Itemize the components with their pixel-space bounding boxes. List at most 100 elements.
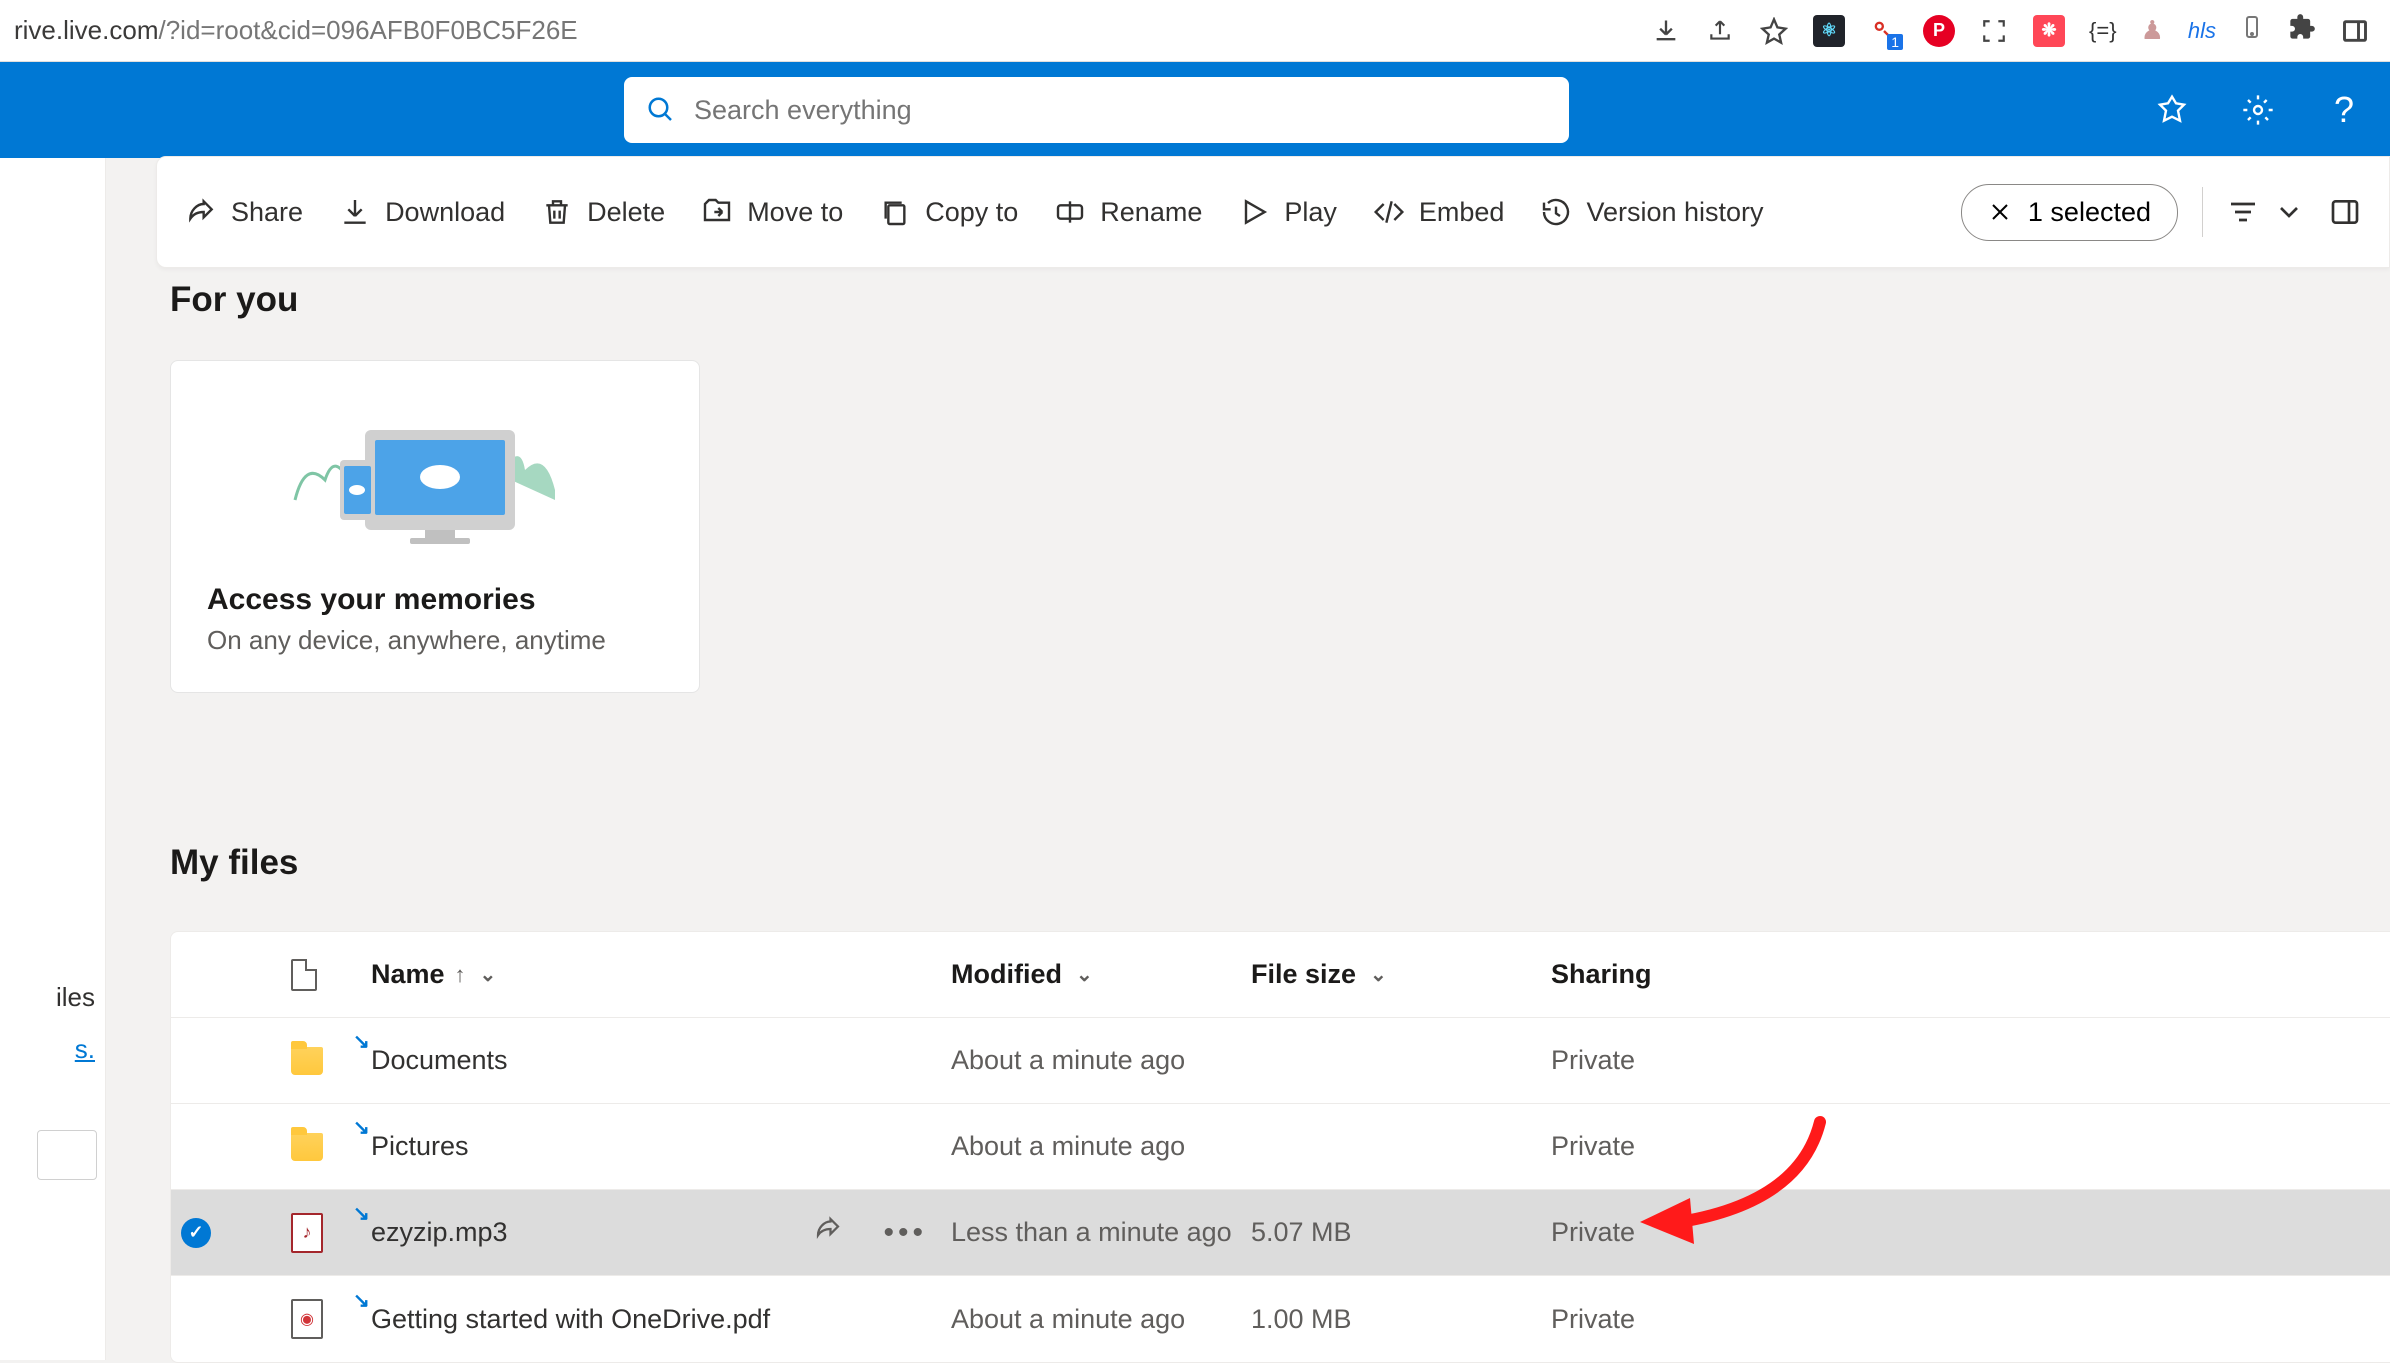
file-sharing: Private xyxy=(1551,1217,1951,1248)
embed-icon xyxy=(1373,196,1405,228)
extensions-icon[interactable] xyxy=(2288,13,2316,48)
rename-button[interactable]: Rename xyxy=(1054,196,1202,228)
file-modified: About a minute ago xyxy=(951,1304,1251,1335)
extension-react-icon[interactable]: ⚛ xyxy=(1813,15,1845,47)
sort-icon xyxy=(2227,196,2259,228)
share-icon[interactable] xyxy=(1705,16,1735,46)
memories-card-title: Access your memories xyxy=(207,583,663,617)
file-name: ezyzip.mp3 xyxy=(371,1217,508,1248)
details-pane-icon xyxy=(2329,196,2361,228)
share-label: Share xyxy=(231,197,303,228)
rename-icon xyxy=(1054,196,1086,228)
table-row[interactable]: ↘ Pictures About a minute ago Private xyxy=(171,1104,2390,1190)
share-row-icon[interactable] xyxy=(813,1214,843,1251)
selection-pill[interactable]: 1 selected xyxy=(1961,184,2178,241)
column-modified-label: Modified xyxy=(951,959,1062,990)
extension-phone-icon[interactable] xyxy=(2240,12,2264,49)
sort-button[interactable] xyxy=(2227,196,2305,228)
command-toolbar: Share Download Delete Move to Copy to Re… xyxy=(156,156,2390,268)
extension-red-icon[interactable]: ❋ xyxy=(2033,15,2065,47)
file-sharing: Private xyxy=(1551,1045,1951,1076)
embed-button[interactable]: Embed xyxy=(1373,196,1505,228)
sidebar-item-files[interactable]: iles xyxy=(56,982,95,1013)
sidebar-box[interactable] xyxy=(37,1130,97,1180)
row-checkbox[interactable] xyxy=(181,1046,211,1076)
settings-gear-icon[interactable] xyxy=(2242,94,2274,126)
delete-label: Delete xyxy=(587,197,665,228)
sidebar-item-link[interactable]: s. xyxy=(75,1034,95,1065)
app-header: ? xyxy=(0,62,2390,158)
trash-icon xyxy=(541,196,573,228)
memories-illustration xyxy=(207,395,663,555)
extension-pawn-icon[interactable]: ♟ xyxy=(2141,15,2164,46)
audio-file-icon: ♪ xyxy=(291,1217,323,1249)
browser-actions: ⚛ 1 P ❋ {=} ♟ hls xyxy=(1651,12,2380,49)
toolbar-divider xyxy=(2202,187,2203,237)
column-name[interactable]: Name ↑ ⌄ xyxy=(371,959,951,990)
play-label: Play xyxy=(1284,197,1337,228)
sort-ascending-icon: ↑ xyxy=(455,962,466,988)
file-table-header: Name ↑ ⌄ Modified ⌄ File size ⌄ Sharing xyxy=(171,932,2390,1018)
search-icon xyxy=(646,95,676,125)
file-modified: About a minute ago xyxy=(951,1131,1251,1162)
premium-icon[interactable] xyxy=(2156,94,2188,126)
column-sharing[interactable]: Sharing xyxy=(1551,959,1951,990)
download-icon[interactable] xyxy=(1651,16,1681,46)
play-button[interactable]: Play xyxy=(1238,196,1337,228)
copy-to-button[interactable]: Copy to xyxy=(879,196,1018,228)
folder-icon xyxy=(291,1131,323,1163)
delete-button[interactable]: Delete xyxy=(541,196,665,228)
row-checkbox[interactable] xyxy=(181,1132,211,1162)
file-size: 5.07 MB xyxy=(1251,1217,1551,1248)
column-file-size-label: File size xyxy=(1251,959,1356,990)
close-icon xyxy=(1988,200,2012,224)
table-row[interactable]: ✓ ♪ ↘ ezyzip.mp3 ••• Less than a minute … xyxy=(171,1190,2390,1276)
share-button[interactable]: Share xyxy=(185,196,303,228)
folder-icon xyxy=(291,1045,323,1077)
url-bar[interactable]: rive.live.com/?id=root&cid=096AFB0F0BC5F… xyxy=(10,15,1651,46)
file-name: Getting started with OneDrive.pdf xyxy=(371,1304,770,1335)
header-file-icon[interactable] xyxy=(291,959,371,991)
play-icon xyxy=(1238,196,1270,228)
extension-fullscreen-icon[interactable] xyxy=(1979,16,2009,46)
file-name: Pictures xyxy=(371,1131,469,1162)
move-to-label: Move to xyxy=(747,197,843,228)
search-input[interactable] xyxy=(694,95,1547,126)
column-name-label: Name xyxy=(371,959,445,990)
panel-icon[interactable] xyxy=(2340,16,2370,46)
row-checkbox[interactable] xyxy=(181,1304,211,1334)
row-checkbox-checked[interactable]: ✓ xyxy=(181,1218,211,1248)
table-row[interactable]: ◉ ↘ Getting started with OneDrive.pdf Ab… xyxy=(171,1276,2390,1362)
chevron-down-icon: ⌄ xyxy=(1370,962,1387,987)
url-host: rive.live.com xyxy=(14,15,158,45)
copy-to-label: Copy to xyxy=(925,197,1018,228)
file-sharing: Private xyxy=(1551,1304,1951,1335)
more-actions-icon[interactable]: ••• xyxy=(883,1216,927,1250)
selection-count-label: 1 selected xyxy=(2028,197,2151,228)
file-size: 1.00 MB xyxy=(1251,1304,1551,1335)
details-pane-button[interactable] xyxy=(2329,196,2361,228)
extension-braces-icon[interactable]: {=} xyxy=(2089,18,2117,44)
column-modified[interactable]: Modified ⌄ xyxy=(951,959,1251,990)
extension-badge-icon[interactable]: 1 xyxy=(1869,16,1899,46)
search-box[interactable] xyxy=(624,77,1569,143)
extension-pinterest-icon[interactable]: P xyxy=(1923,15,1955,47)
move-to-button[interactable]: Move to xyxy=(701,196,843,228)
embed-label: Embed xyxy=(1419,197,1505,228)
download-button[interactable]: Download xyxy=(339,196,505,228)
header-right-actions: ? xyxy=(2156,94,2360,126)
memories-card-subtitle: On any device, anywhere, anytime xyxy=(207,625,663,656)
column-file-size[interactable]: File size ⌄ xyxy=(1251,959,1551,990)
star-icon[interactable] xyxy=(1759,16,1789,46)
download-label: Download xyxy=(385,197,505,228)
sync-icon: ↘ xyxy=(353,1201,370,1226)
rename-label: Rename xyxy=(1100,197,1202,228)
pdf-file-icon: ◉ xyxy=(291,1303,323,1335)
help-icon[interactable]: ? xyxy=(2328,94,2360,126)
file-sharing: Private xyxy=(1551,1131,1951,1162)
file-modified: About a minute ago xyxy=(951,1045,1251,1076)
version-history-button[interactable]: Version history xyxy=(1540,196,1763,228)
table-row[interactable]: ↘ Documents About a minute ago Private xyxy=(171,1018,2390,1104)
memories-card[interactable]: Access your memories On any device, anyw… xyxy=(170,360,700,693)
extension-hls-icon[interactable]: hls xyxy=(2188,18,2216,44)
